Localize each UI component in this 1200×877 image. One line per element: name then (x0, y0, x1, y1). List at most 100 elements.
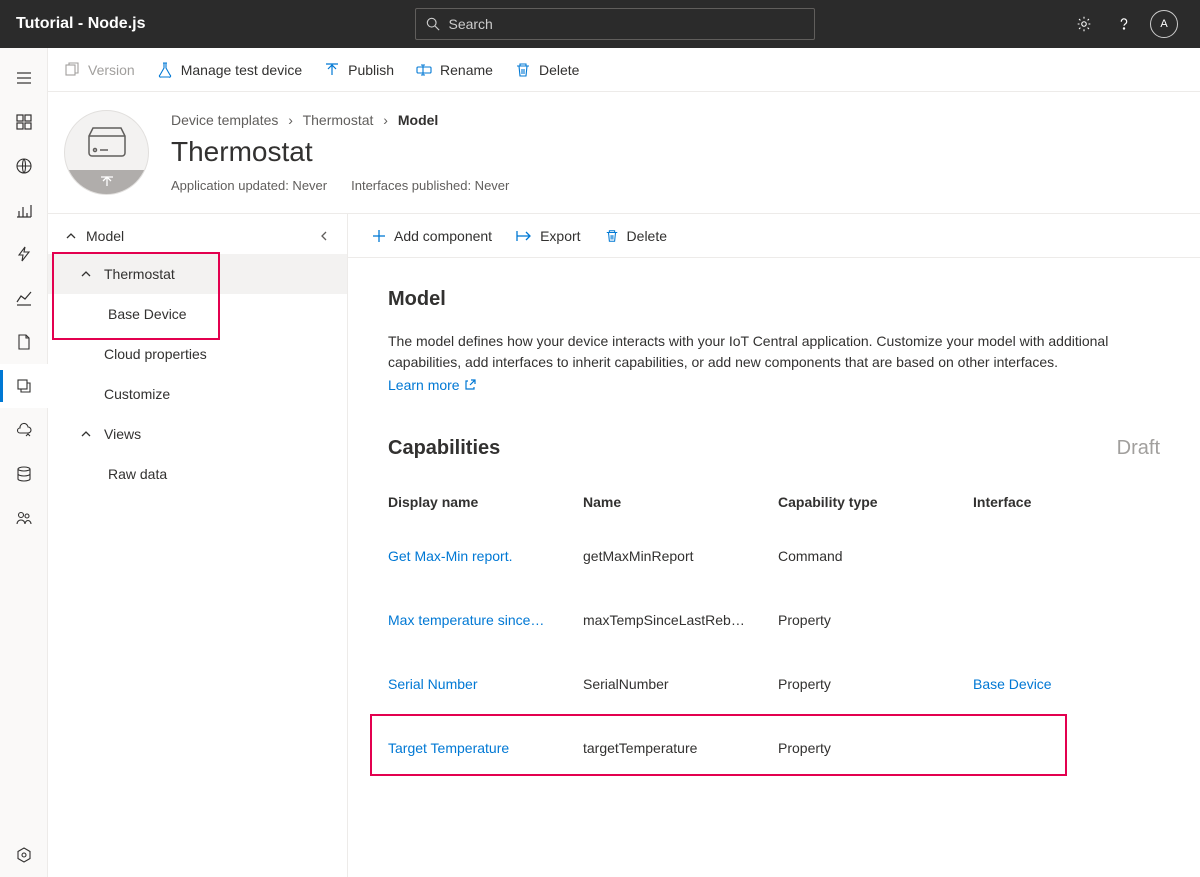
device-avatar (64, 110, 149, 195)
secnav-customize[interactable]: Customize (48, 374, 347, 414)
rail-administration[interactable] (0, 452, 48, 496)
search-placeholder: Search (448, 16, 492, 32)
breadcrumb-item[interactable]: Device templates (171, 112, 278, 128)
search-input[interactable]: Search (415, 8, 815, 40)
col-interface: Interface (973, 494, 1123, 510)
capability-name: targetTemperature (583, 740, 778, 756)
delete-button[interactable]: Delete (515, 62, 579, 78)
flask-icon (157, 62, 173, 78)
lightning-icon (16, 246, 32, 262)
chevron-left-icon (319, 231, 329, 241)
secnav-raw-data[interactable]: Raw data (48, 454, 347, 494)
capability-name: maxTempSinceLastReb… (583, 612, 778, 628)
export-button[interactable]: Export (516, 228, 580, 244)
help-button[interactable] (1104, 4, 1144, 44)
rail-device-groups[interactable] (0, 188, 48, 232)
body: Model Thermostat Base Device Cloud (48, 214, 1200, 877)
rail-users[interactable] (0, 496, 48, 540)
collapse-panel-button[interactable] (319, 231, 329, 241)
table-row[interactable]: Target Temperature targetTemperature Pro… (388, 716, 1160, 780)
capability-interface (973, 740, 1123, 756)
left-rail (0, 48, 48, 877)
col-name: Name (583, 494, 778, 510)
table-row[interactable]: Get Max-Min report. getMaxMinReport Comm… (388, 524, 1160, 588)
learn-more-link[interactable]: Learn more (388, 377, 476, 393)
rename-button[interactable]: Rename (416, 62, 493, 78)
topbar: Tutorial - Node.js Search A (0, 0, 1200, 48)
model-section-description: The model defines how your device intera… (388, 331, 1160, 373)
secondary-nav: Model Thermostat Base Device Cloud (48, 214, 348, 877)
capability-display-name[interactable]: Max temperature since… (388, 612, 583, 628)
trash-icon (515, 62, 531, 78)
publish-icon (324, 62, 340, 78)
search-icon (426, 17, 440, 31)
capability-display-name[interactable]: Target Temperature (388, 740, 583, 756)
capability-display-name[interactable]: Get Max-Min report. (388, 548, 583, 564)
rail-device-templates[interactable] (0, 364, 48, 408)
version-button[interactable]: Version (64, 62, 135, 78)
external-link-icon (464, 379, 476, 391)
breadcrumb-item[interactable]: Thermostat (303, 112, 374, 128)
add-component-button[interactable]: Add component (372, 228, 492, 244)
line-chart-icon (16, 290, 32, 306)
device-icon (85, 126, 129, 158)
template-icon (16, 378, 32, 394)
rail-rules[interactable] (0, 232, 48, 276)
rail-devices[interactable] (0, 144, 48, 188)
rail-data-export[interactable] (0, 408, 48, 452)
secnav-thermostat[interactable]: Thermostat (48, 254, 347, 294)
secnav-model-header[interactable]: Model (48, 218, 347, 254)
content-inner: Model The model defines how your device … (348, 258, 1200, 810)
table-row[interactable]: Max temperature since… maxTempSinceLastR… (388, 588, 1160, 652)
capabilities-header: Capabilities Draft (388, 437, 1160, 460)
model-section-title: Model (388, 288, 1160, 311)
secnav-base-device[interactable]: Base Device (48, 294, 347, 334)
capabilities-title: Capabilities (388, 437, 500, 460)
chevron-up-icon (66, 231, 76, 241)
app-title: Tutorial - Node.js (16, 15, 145, 33)
capabilities-table: Display name Name Capability type Interf… (388, 488, 1160, 780)
col-display-name: Display name (388, 494, 583, 510)
capability-interface (973, 548, 1123, 564)
capability-interface[interactable]: Base Device (973, 676, 1123, 692)
capability-type: Property (778, 740, 973, 756)
grid-icon (16, 114, 32, 130)
publish-button[interactable]: Publish (324, 62, 394, 78)
capability-type: Command (778, 548, 973, 564)
version-icon (64, 62, 80, 78)
help-icon (1115, 15, 1133, 33)
account-button[interactable]: A (1144, 4, 1184, 44)
rail-jobs[interactable] (0, 320, 48, 364)
capability-type: Property (778, 612, 973, 628)
page-header: Device templates › Thermostat › Model Th… (48, 92, 1200, 214)
database-icon (16, 466, 32, 482)
main: Version Manage test device Publish Renam… (48, 48, 1200, 877)
hamburger-icon (16, 70, 32, 86)
rename-icon (416, 62, 432, 78)
chevron-up-icon (80, 429, 92, 439)
content-delete-button[interactable]: Delete (605, 228, 667, 244)
table-row[interactable]: Serial Number SerialNumber Property Base… (388, 652, 1160, 716)
col-capability-type: Capability type (778, 494, 973, 510)
rail-dashboard[interactable] (0, 100, 48, 144)
capability-display-name[interactable]: Serial Number (388, 676, 583, 692)
people-icon (16, 510, 32, 526)
hexagon-icon (16, 847, 32, 863)
breadcrumb-current: Model (398, 112, 438, 128)
command-bar: Version Manage test device Publish Renam… (48, 48, 1200, 92)
rail-analytics[interactable] (0, 276, 48, 320)
hamburger-button[interactable] (0, 56, 48, 100)
capability-interface (973, 612, 1123, 628)
globe-icon (16, 158, 32, 174)
page-title: Thermostat (171, 136, 1184, 168)
settings-button[interactable] (1064, 4, 1104, 44)
capability-name: getMaxMinReport (583, 548, 778, 564)
capability-name: SerialNumber (583, 676, 778, 692)
manage-test-device-button[interactable]: Manage test device (157, 62, 302, 78)
content: Add component Export Delete Model The mo… (348, 214, 1200, 877)
secnav-views[interactable]: Views (48, 414, 347, 454)
secnav-cloud-properties[interactable]: Cloud properties (48, 334, 347, 374)
breadcrumb: Device templates › Thermostat › Model (171, 112, 1184, 128)
cloud-icon (16, 422, 32, 438)
rail-iot-central[interactable] (0, 833, 48, 877)
